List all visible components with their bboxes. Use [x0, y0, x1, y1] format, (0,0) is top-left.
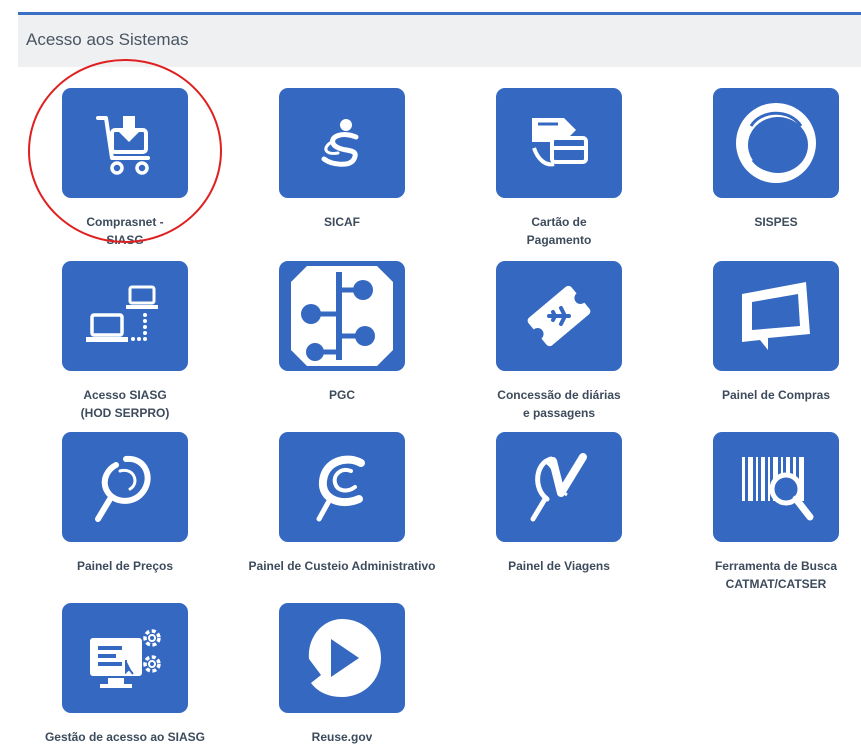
tile-pgc[interactable]: PGC: [232, 261, 452, 404]
tile-busca-catmat[interactable]: Ferramenta de Busca CATMAT/CATSER: [666, 432, 861, 593]
tile-painel-custeio[interactable]: Painel de Custeio Administrativo: [232, 432, 452, 575]
sicaf-logo-icon: [321, 119, 359, 167]
tile-gestao-acesso-icon-box[interactable]: [62, 603, 188, 713]
tile-reuse-gov-icon-box[interactable]: [279, 603, 405, 713]
tile-painel-custeio-icon-box[interactable]: [279, 432, 405, 542]
tile-label: Ferramenta de Busca CATMAT/CATSER: [714, 559, 838, 591]
tile-label: Acesso SIASG (HOD SERPRO): [80, 388, 170, 420]
tile-reuse-gov[interactable]: Reuse.gov: [232, 603, 452, 746]
tile-label: Comprasnet - SIASG: [86, 215, 164, 247]
airplane-ticket-icon: [527, 285, 591, 347]
tile-pgc-icon-box[interactable]: [279, 261, 405, 371]
tile-diarias-icon-box[interactable]: [496, 261, 622, 371]
tile-painel-precos[interactable]: Painel de Preços: [15, 432, 235, 575]
tile-cartao-pagamento[interactable]: Cartão de Pagamento: [449, 88, 669, 249]
tile-sispes-icon-box[interactable]: [713, 88, 839, 198]
magnifier-swirl-icon: [95, 455, 151, 522]
tile-label: SICAF: [324, 215, 360, 229]
section-title: Acesso aos Sistemas: [26, 30, 189, 49]
tile-label: PGC: [328, 388, 355, 402]
tile-comprasnet-icon-box[interactable]: [62, 88, 188, 198]
play-circle-icon: [308, 619, 381, 697]
tile-painel-viagens-icon-box[interactable]: [496, 432, 622, 542]
tree-nodes-icon: [291, 266, 393, 366]
tile-label: Concessão de diárias e passagens: [497, 388, 621, 420]
tile-diarias-passagens[interactable]: Concessão de diárias e passagens: [449, 261, 669, 422]
tile-gestao-acesso[interactable]: Gestão de acesso ao SIASG: [15, 603, 235, 746]
tile-cartao-icon-box[interactable]: [496, 88, 622, 198]
tile-acesso-siasg-icon-box[interactable]: [62, 261, 188, 371]
c-swirl-icon: [316, 455, 365, 522]
tile-label: Painel de Viagens: [508, 559, 610, 573]
tile-comprasnet[interactable]: Comprasnet - SIASG: [15, 88, 235, 249]
tile-label: Reuse.gov: [311, 730, 373, 744]
shopping-cart-icon: [96, 116, 150, 175]
section-header: Acesso aos Sistemas: [18, 15, 861, 67]
tile-painel-precos-icon-box[interactable]: [62, 432, 188, 542]
tile-sicaf-icon-box[interactable]: [279, 88, 405, 198]
v-swirl-icon: [530, 453, 587, 522]
monitor-gears-icon: [90, 629, 161, 688]
tile-label: Painel de Custeio Administrativo: [248, 559, 436, 573]
tile-sispes[interactable]: SISPES: [666, 88, 861, 231]
tile-busca-catmat-icon-box[interactable]: [713, 432, 839, 542]
tile-painel-viagens[interactable]: Painel de Viagens: [449, 432, 669, 575]
network-computers-icon: [86, 285, 158, 342]
sispes-ring-icon: [736, 103, 816, 183]
tile-label: SISPES: [754, 215, 798, 229]
tile-label: Painel de Compras: [721, 388, 831, 402]
tile-label: Cartão de Pagamento: [526, 215, 592, 247]
tile-painel-compras-icon-box[interactable]: [713, 261, 839, 371]
payment-card-icon: [532, 118, 588, 167]
tile-label: Painel de Preços: [76, 559, 174, 573]
barcode-search-icon: [742, 457, 814, 521]
tile-acesso-siasg[interactable]: Acesso SIASG (HOD SERPRO): [15, 261, 235, 422]
panel-frame-icon: [742, 282, 810, 350]
tile-label: Gestão de acesso ao SIASG: [44, 730, 206, 744]
tile-sicaf[interactable]: SICAF: [232, 88, 452, 231]
tile-painel-compras[interactable]: Painel de Compras: [666, 261, 861, 404]
